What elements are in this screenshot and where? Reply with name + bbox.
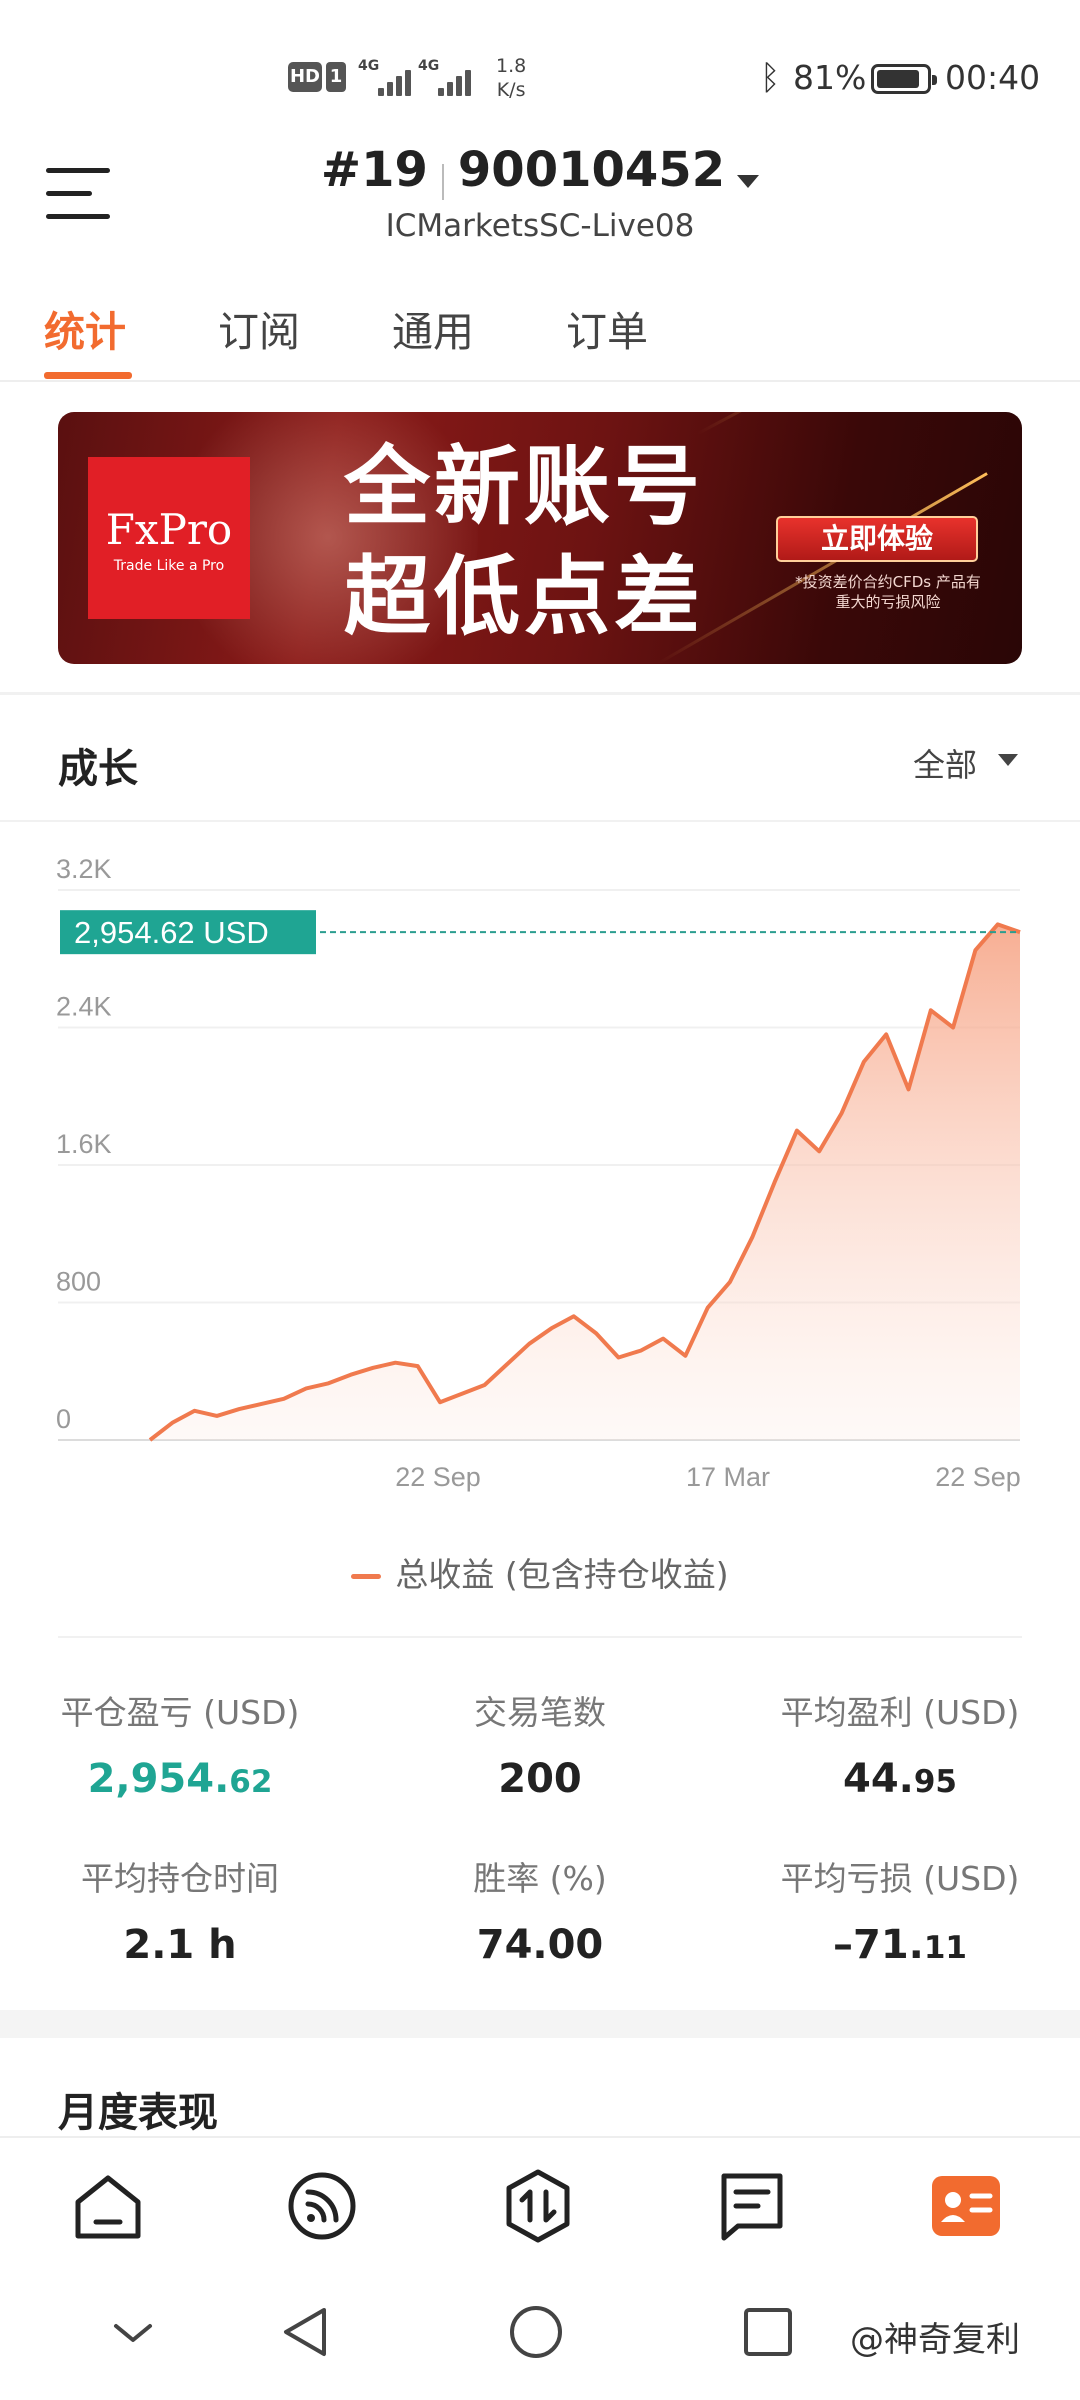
tab-bar: 统计 订阅 通用 订单: [0, 290, 1080, 382]
y-tick-label: 800: [56, 1267, 101, 1297]
tab-orders[interactable]: 订单: [566, 298, 648, 358]
status-bar: HD 1 4G 4G 1.8 K/s ᛒ 81% 00:40: [0, 0, 1080, 130]
tab-general[interactable]: 通用: [392, 298, 474, 358]
promo-banner[interactable]: FxPro Trade Like a Pro 全新账号 超低点差 立即体验 *投…: [58, 412, 1022, 664]
hd-badge: HD: [288, 62, 322, 92]
chart-legend[interactable]: 总收益 (包含持仓收益): [0, 1548, 1080, 1596]
stat-avg-profit: 平均盈利 (USD) 44.95: [780, 1693, 1020, 1802]
current-value-label: 2,954.62 USD: [74, 915, 269, 950]
news-icon[interactable]: [714, 2168, 790, 2244]
collapse-icon[interactable]: [110, 2318, 156, 2348]
account-number: 90010452: [457, 142, 726, 198]
signal-icon: 4G: [418, 58, 474, 96]
clock: 00:40: [945, 58, 1041, 97]
banner-cta-button[interactable]: 立即体验: [776, 516, 978, 562]
server-name: ICMarketsSC-Live08: [385, 208, 695, 244]
monthly-title: 月度表现: [58, 2090, 218, 2136]
y-tick-label: 3.2K: [56, 854, 112, 884]
banner-disclaimer: *投资差价合约CFDs 产品有重大的亏损风险: [795, 573, 981, 611]
stat-closed-pnl: 平仓盈亏 (USD) 2,954.62: [60, 1693, 300, 1802]
y-tick-label: 0: [56, 1404, 71, 1434]
account-prefix: #19: [320, 142, 428, 198]
legend-label: 总收益 (包含持仓收益): [395, 1555, 729, 1594]
home-button-icon[interactable]: [508, 2304, 564, 2360]
growth-title: 成长: [58, 746, 138, 792]
section-separator: [0, 2010, 1080, 2038]
feed-icon[interactable]: [284, 2168, 360, 2244]
back-icon[interactable]: [280, 2304, 330, 2360]
fxpro-logo: FxPro Trade Like a Pro: [88, 457, 250, 619]
stat-trade-count: 交易笔数 200: [474, 1693, 606, 1802]
watermark: @神奇复利: [850, 2320, 1020, 2360]
range-selector[interactable]: 全部: [913, 740, 977, 786]
chevron-down-icon: [737, 175, 760, 188]
stat-win-rate: 胜率 (%) 74.00: [473, 1859, 607, 1968]
stat-avg-hold-time: 平均持仓时间 2.1 h: [81, 1859, 279, 1968]
trade-icon[interactable]: [500, 2168, 576, 2244]
x-tick-label: 22 Sep: [395, 1462, 481, 1492]
profile-icon[interactable]: [928, 2168, 1004, 2244]
battery-percent: 81%: [793, 58, 867, 97]
bluetooth-icon: ᛒ: [760, 58, 781, 98]
home-icon[interactable]: [70, 2168, 146, 2244]
tab-subscribe[interactable]: 订阅: [218, 298, 300, 358]
network-speed: 1.8 K/s: [496, 55, 527, 101]
system-nav-bar: @神奇复利: [0, 2282, 1080, 2400]
signal-icon: 4G: [358, 58, 414, 96]
banner-headline: 全新账号 超低点差: [344, 437, 704, 647]
account-selector[interactable]: #19 90010452: [0, 142, 1080, 200]
y-tick-label: 2.4K: [56, 992, 112, 1022]
chevron-down-icon: [998, 754, 1018, 766]
battery-icon: [871, 64, 937, 94]
bottom-nav: [0, 2136, 1080, 2282]
x-tick-label: 17 Mar: [686, 1462, 770, 1492]
recents-icon[interactable]: [742, 2306, 794, 2358]
tab-stats[interactable]: 统计: [44, 298, 126, 358]
legend-swatch: [351, 1574, 382, 1579]
y-tick-label: 1.6K: [56, 1129, 112, 1159]
x-tick-label: 22 Sep: [935, 1462, 1021, 1492]
growth-area: [150, 924, 1020, 1440]
tab-active-indicator: [44, 372, 132, 379]
sim-badge: 1: [326, 62, 346, 92]
growth-chart: 2,954.62 USD 0 800 1.6K 2.4K 3.2K 22 Sep 17 M…: [56, 854, 1021, 1492]
stat-avg-loss: 平均亏损 (USD) –71.11: [780, 1859, 1020, 1968]
